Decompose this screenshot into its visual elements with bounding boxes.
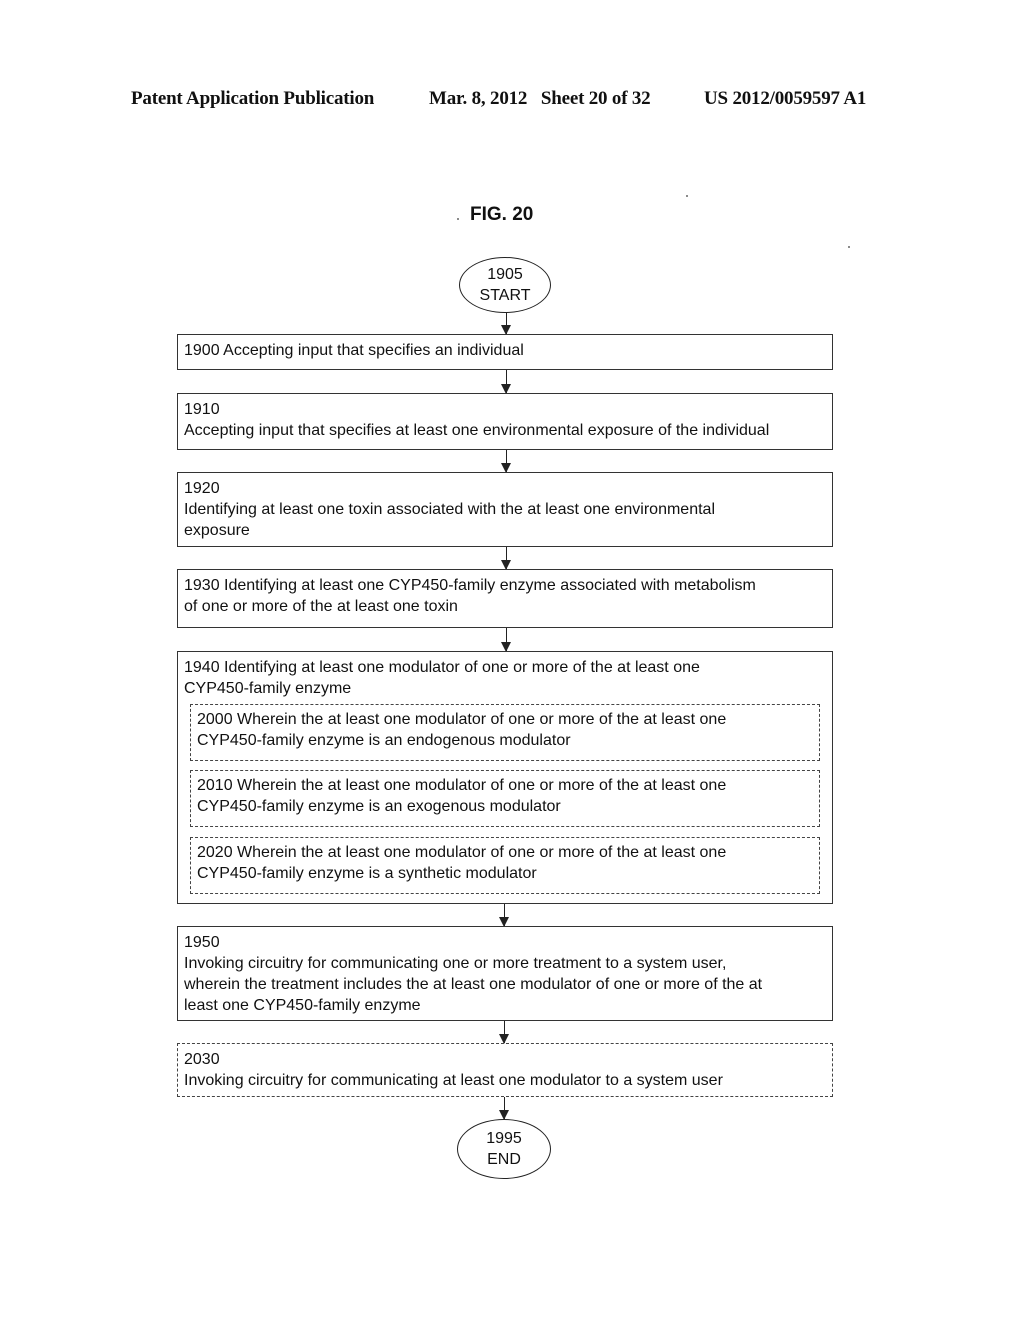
step-1920: 1920 Identifying at least one toxin asso… bbox=[177, 472, 833, 547]
step-1910-number: 1910 bbox=[184, 401, 220, 418]
flow-arrow bbox=[501, 547, 512, 570]
step-2030-text: Invoking circuitry for communicating at … bbox=[184, 1072, 723, 1089]
step-1910: 1910 Accepting input that specifies at l… bbox=[177, 393, 833, 450]
flow-arrow bbox=[501, 370, 512, 394]
step-1950-text-1: Invoking circuitry for communicating one… bbox=[184, 955, 727, 972]
step-1900-text: 1900 Accepting input that specifies an i… bbox=[184, 342, 524, 359]
date-sheet-label: Mar. 8, 2012 Sheet 20 of 32 bbox=[429, 88, 651, 109]
substep-2020-text-2: CYP450-family enzyme is a synthetic modu… bbox=[197, 865, 537, 882]
substep-2000-text-1: 2000 Wherein the at least one modulator … bbox=[197, 711, 727, 728]
step-1930-text-1: 1930 Identifying at least one CYP450-fam… bbox=[184, 577, 756, 594]
publication-label: Patent Application Publication bbox=[131, 88, 375, 109]
figure-title: FIG. 20 bbox=[470, 204, 534, 225]
step-1950-number: 1950 bbox=[184, 934, 220, 951]
end-number: 1995 bbox=[486, 1130, 522, 1147]
substep-2000-text-2: CYP450-family enzyme is an endogenous mo… bbox=[197, 732, 571, 749]
start-number: 1905 bbox=[487, 266, 523, 283]
end-label: END bbox=[487, 1151, 521, 1168]
step-1950: 1950 Invoking circuitry for communicatin… bbox=[177, 926, 833, 1021]
step-1920-text-1: Identifying at least one toxin associate… bbox=[184, 501, 715, 518]
substep-2010-text-2: CYP450-family enzyme is an exogenous mod… bbox=[197, 798, 561, 815]
step-1930-text-2: of one or more of the at least one toxin bbox=[184, 598, 458, 615]
flow-arrow bbox=[499, 1021, 510, 1044]
substep-2010-text-1: 2010 Wherein the at least one modulator … bbox=[197, 777, 727, 794]
step-1950-text-3: least one CYP450-family enzyme bbox=[184, 997, 421, 1014]
step-1920-number: 1920 bbox=[184, 480, 220, 497]
flow-arrow bbox=[499, 904, 510, 927]
scan-speck bbox=[457, 218, 459, 220]
step-1950-text-2: wherein the treatment includes the at le… bbox=[184, 976, 763, 993]
flow-arrow bbox=[501, 313, 512, 335]
step-1940-text-1: 1940 Identifying at least one modulator … bbox=[184, 659, 700, 676]
scan-speck bbox=[848, 246, 850, 248]
step-2030-number: 2030 bbox=[184, 1051, 220, 1068]
start-label: START bbox=[479, 287, 531, 304]
substep-2020-text-1: 2020 Wherein the at least one modulator … bbox=[197, 844, 727, 861]
start-terminal: 1905 START bbox=[459, 257, 551, 313]
flow-arrow bbox=[501, 628, 512, 652]
step-1920-text-2: exposure bbox=[184, 522, 250, 539]
substep-2020: 2020 Wherein the at least one modulator … bbox=[190, 837, 820, 894]
flow-arrow bbox=[501, 450, 512, 473]
flow-arrow bbox=[499, 1097, 510, 1120]
scan-speck bbox=[686, 195, 688, 197]
step-2030: 2030 Invoking circuitry for communicatin… bbox=[177, 1043, 833, 1097]
end-terminal: 1995 END bbox=[457, 1119, 551, 1179]
step-1910-text: Accepting input that specifies at least … bbox=[184, 422, 770, 439]
step-1940-text-2: CYP450-family enzyme bbox=[184, 680, 352, 697]
substep-2000: 2000 Wherein the at least one modulator … bbox=[190, 704, 820, 761]
step-1930: 1930 Identifying at least one CYP450-fam… bbox=[177, 569, 833, 628]
patent-number-label: US 2012/0059597 A1 bbox=[704, 88, 867, 109]
step-1900: 1900 Accepting input that specifies an i… bbox=[177, 334, 833, 370]
substep-2010: 2010 Wherein the at least one modulator … bbox=[190, 770, 820, 827]
